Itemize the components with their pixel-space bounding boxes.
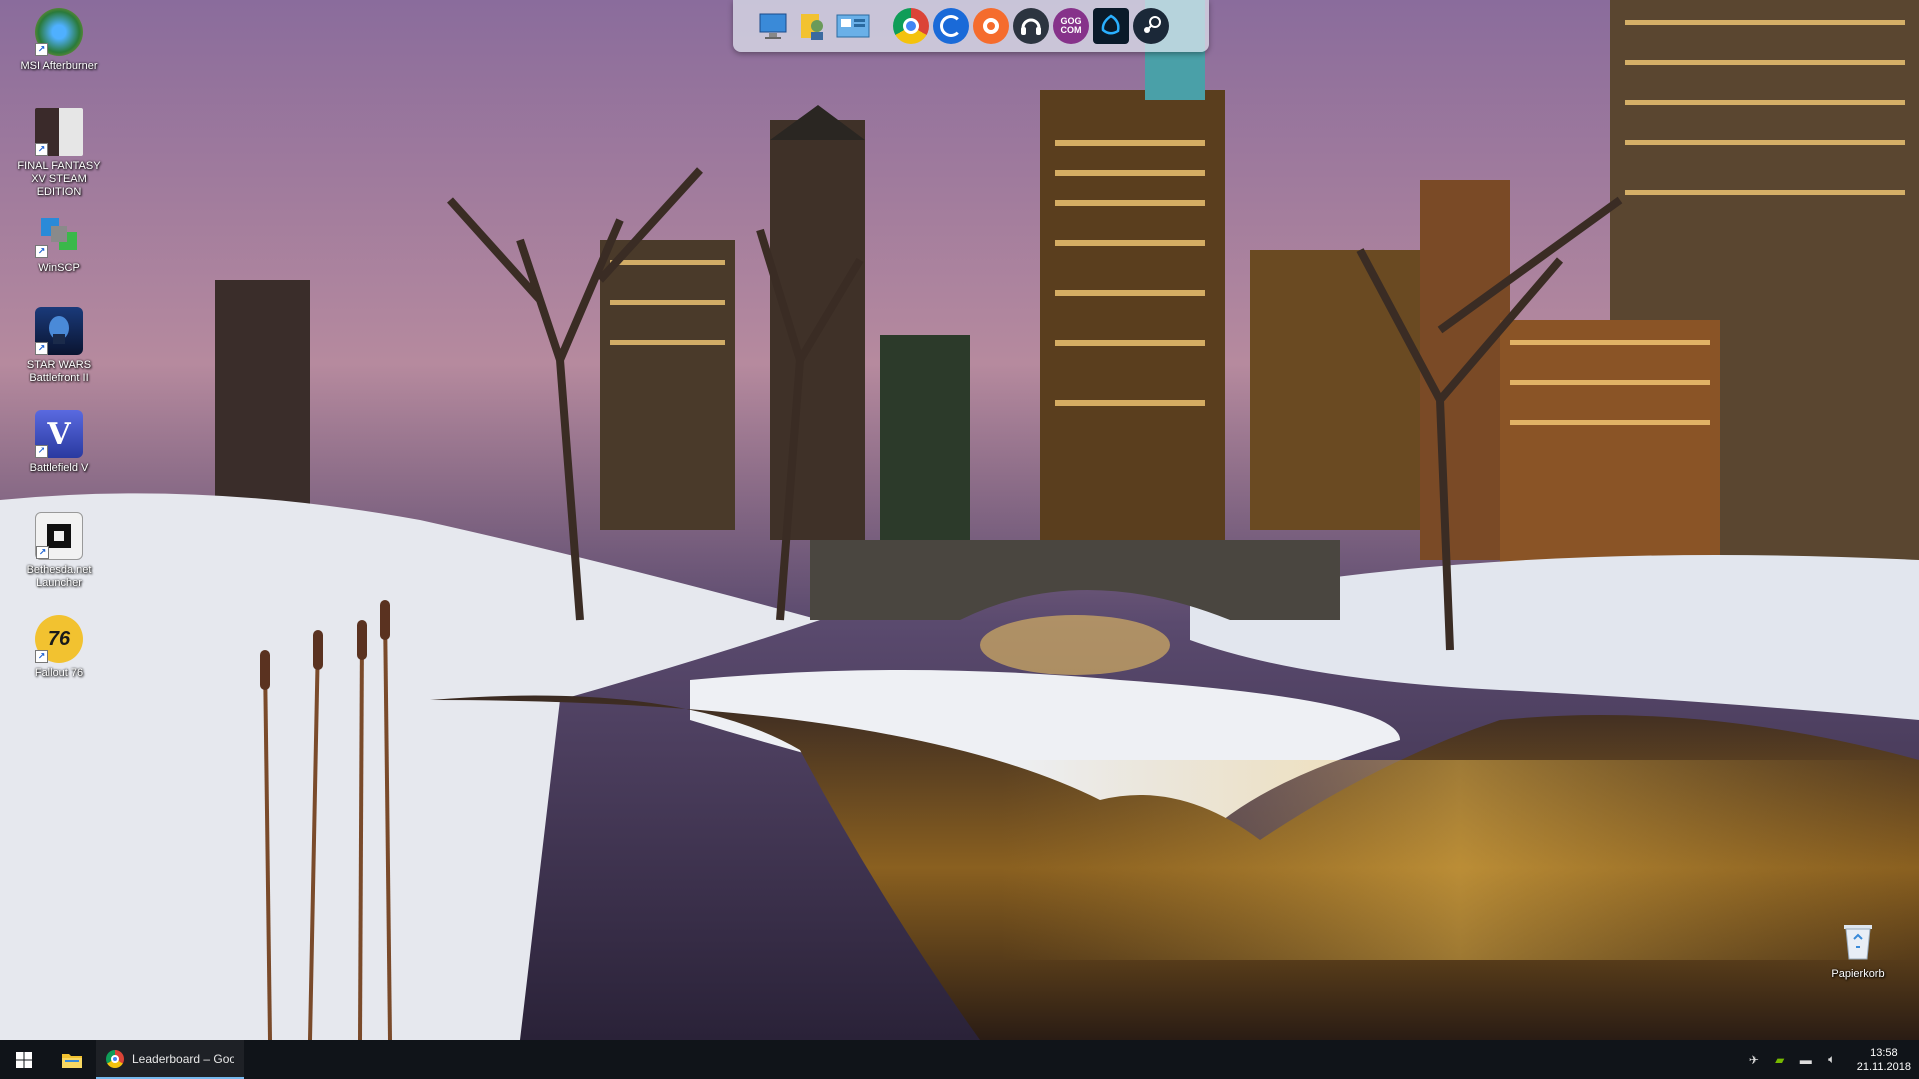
afterburner-icon: ↗: [35, 8, 83, 56]
chrome-icon: [106, 1049, 124, 1068]
system-clock[interactable]: 13:58 21.11.2018: [1857, 1046, 1911, 1074]
desktop-icon-label: Bethesda.net Launcher: [26, 564, 92, 589]
discord-headset-icon[interactable]: [1013, 8, 1049, 44]
winscp-icon: ↗: [35, 210, 83, 258]
shortcut-arrow-icon: ↗: [35, 445, 48, 458]
user-folder-icon[interactable]: [795, 8, 831, 44]
fallout76-glyph-text: 76: [47, 627, 71, 650]
desktop-icon-label: Papierkorb: [1831, 968, 1885, 980]
tray-overflow-icon[interactable]: ▬: [1799, 1053, 1813, 1067]
desktop-icon-final-fantasy[interactable]: ↗ FINAL FANTASY XV STEAM EDITION: [11, 108, 107, 199]
taskbar-app-title: Leaderboard – Goo...: [132, 1051, 234, 1066]
shortcut-arrow-icon: ↗: [35, 342, 48, 355]
clock-time: 13:58: [1870, 1046, 1898, 1059]
desktop-icon-msi-afterburner[interactable]: ↗ MSI Afterburner: [11, 8, 107, 73]
desktop-icon-bethesda-launcher[interactable]: ↗ Bethesda.net Launcher: [11, 512, 107, 590]
folder-icon: [62, 1053, 82, 1068]
shortcut-arrow-icon: ↗: [35, 650, 48, 663]
desktop-icon-star-wars-battlefront[interactable]: ↗ STAR WARS Battlefront II: [11, 307, 107, 385]
desktop-icon-label: STAR WARS Battlefront II: [26, 359, 92, 384]
system-tray: ✈ ▰ ▬ 🔈︎ 13:58 21.11.2018: [1747, 1040, 1911, 1079]
clock-date: 21.11.2018: [1856, 1060, 1911, 1073]
desktop-icon-winscp[interactable]: ↗ WinSCP: [11, 210, 107, 275]
chrome-icon[interactable]: [893, 8, 929, 44]
start-button[interactable]: [0, 1040, 48, 1079]
taskbar: Leaderboard – Goo... ✈ ▰ ▬ 🔈︎ 13:58 21.1…: [0, 1040, 1919, 1079]
this-pc-icon[interactable]: [755, 8, 791, 44]
shortcut-arrow-icon: ↗: [36, 546, 49, 559]
recycle-bin-icon: [1834, 916, 1882, 964]
windows-logo-icon: [16, 1051, 32, 1068]
control-panel-icon[interactable]: [835, 8, 871, 44]
desktop-icon-recycle-bin[interactable]: Papierkorb: [1810, 916, 1906, 981]
uplay-icon[interactable]: [933, 8, 969, 44]
file-explorer-button[interactable]: [48, 1040, 96, 1079]
taskbar-app-chrome[interactable]: Leaderboard – Goo...: [96, 1040, 244, 1079]
nvidia-icon[interactable]: ▰: [1773, 1053, 1787, 1067]
steam-icon[interactable]: [1133, 8, 1169, 44]
shortcut-arrow-icon: ↗: [35, 43, 48, 56]
volume-icon[interactable]: 🔈︎: [1825, 1052, 1839, 1067]
origin-icon[interactable]: [973, 8, 1009, 44]
gog-galaxy-text: GOG COM: [1060, 16, 1082, 35]
desktop-icon-label: Battlefield V: [29, 462, 89, 474]
final-fantasy-icon: ↗: [35, 108, 83, 156]
desktop-icon-label: Fallout 76: [34, 667, 84, 679]
shortcut-arrow-icon: ↗: [35, 245, 48, 258]
desktop-icon-fallout-76[interactable]: 76 ↗ Fallout 76: [11, 615, 107, 680]
battlefront-icon: ↗: [35, 307, 83, 355]
desktop-icon-label: FINAL FANTASY XV STEAM EDITION: [17, 160, 101, 198]
fallout76-icon: 76 ↗: [35, 615, 83, 663]
gog-galaxy-icon[interactable]: GOG COM: [1053, 8, 1089, 44]
desktop-icon-label: WinSCP: [38, 262, 80, 274]
battlefield-icon: V ↗: [35, 410, 83, 458]
network-icon[interactable]: ✈: [1747, 1053, 1761, 1067]
desktop-wallpaper: [0, 0, 1919, 1040]
battlenet-icon[interactable]: [1093, 8, 1129, 44]
bethesda-icon: ↗: [35, 512, 83, 560]
desktop-icon-battlefield-v[interactable]: V ↗ Battlefield V: [11, 410, 107, 475]
shortcut-arrow-icon: ↗: [35, 143, 48, 156]
desktop-icon-label: MSI Afterburner: [20, 60, 98, 72]
app-dock: GOG COM: [733, 0, 1209, 52]
